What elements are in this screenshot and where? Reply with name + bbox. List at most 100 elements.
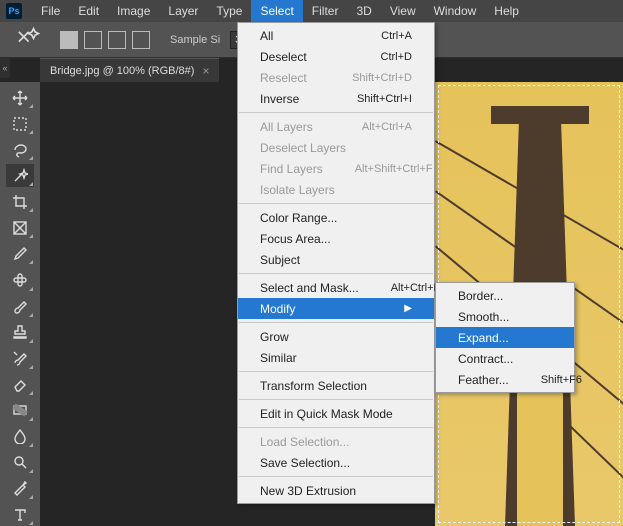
menuitem-expand[interactable]: Expand... [436,327,574,348]
tool-blur[interactable] [6,425,34,448]
menuitem-deselect-layers: Deselect Layers [238,137,434,158]
select-menu: AllCtrl+A Deselect Ctrl+D ReselectShift+Ctr… [237,22,435,504]
selection-subtract-icon[interactable] [108,31,126,49]
menuitem-inverse[interactable]: InverseShift+Ctrl+I [238,88,434,109]
tool-history-brush[interactable] [6,347,34,370]
menuitem-modify[interactable]: Modify ▶ [238,298,434,319]
menuitem-select-and-mask[interactable]: Select and Mask...Alt+Ctrl+R [238,277,434,298]
panel-collapse-handle[interactable]: « [0,58,10,78]
shortcut-label: Ctrl+D [381,51,412,63]
menuitem-isolate-layers: Isolate Layers [238,179,434,200]
tool-magic-wand[interactable] [6,164,34,187]
menu-type[interactable]: Type [207,0,251,22]
menuitem-label: Find Layers [260,162,323,176]
document-tab[interactable]: Bridge.jpg @ 100% (RGB/8#) × [40,58,219,82]
menuitem-label: All Layers [260,120,313,134]
shortcut-label: Shift+Ctrl+I [357,93,412,105]
menuitem-edit-in-quick-mask-mode[interactable]: Edit in Quick Mask Mode [238,403,434,424]
menuitem-deselect[interactable]: Deselect Ctrl+D [238,46,434,67]
tool-pen[interactable] [6,477,34,500]
menu-filter[interactable]: Filter [303,0,348,22]
tool-healing[interactable] [6,268,34,291]
close-icon[interactable]: × [202,64,209,78]
menu-separator [239,399,433,400]
menuitem-border[interactable]: Border... [436,285,574,306]
menuitem-new-3d-extrusion[interactable]: New 3D Extrusion [238,480,434,501]
menuitem-transform-selection[interactable]: Transform Selection [238,375,434,396]
shortcut-label: Ctrl+A [381,30,412,42]
shortcut-label: Shift+F6 [541,374,582,386]
tool-brush[interactable] [6,295,34,318]
menu-edit[interactable]: Edit [69,0,108,22]
tool-move[interactable] [6,86,34,109]
menuitem-label: Grow [260,330,289,344]
menuitem-label: Isolate Layers [260,183,335,197]
menuitem-label: Subject [260,253,300,267]
menuitem-save-selection[interactable]: Save Selection... [238,452,434,473]
document-title: Bridge.jpg @ 100% (RGB/8#) [50,65,194,77]
menuitem-all[interactable]: AllCtrl+A [238,25,434,46]
tool-lasso[interactable] [6,138,34,161]
menuitem-label: Contract... [458,352,513,366]
menu-separator [239,273,433,274]
tool-stamp[interactable] [6,321,34,344]
menuitem-label: Similar [260,351,297,365]
menuitem-label: Expand... [458,331,509,345]
menuitem-label: Transform Selection [260,379,367,393]
menu-separator [239,371,433,372]
menu-image[interactable]: Image [108,0,159,22]
menuitem-contract[interactable]: Contract... [436,348,574,369]
menuitem-label: Select and Mask... [260,281,359,295]
tool-gradient[interactable] [6,399,34,422]
menuitem-label: Color Range... [260,211,337,225]
menu-select[interactable]: Select [251,0,302,22]
menu-help[interactable]: Help [485,0,528,22]
menuitem-label: Save Selection... [260,456,350,470]
menuitem-focus-area[interactable]: Focus Area... [238,228,434,249]
menu-file[interactable]: File [32,0,69,22]
menuitem-label: Modify [260,302,295,316]
menuitem-label: Feather... [458,373,509,387]
tool-eraser[interactable] [6,373,34,396]
menuitem-smooth[interactable]: Smooth... [436,306,574,327]
menuitem-find-layers: Find LayersAlt+Shift+Ctrl+F [238,158,434,179]
current-tool-icon[interactable] [14,29,40,51]
selection-intersect-icon[interactable] [132,31,150,49]
menubar: Ps FileEditImageLayerTypeSelectFilter3DV… [0,0,623,22]
selection-add-icon[interactable] [84,31,102,49]
tool-type[interactable] [6,503,34,526]
document-tab-strip: Bridge.jpg @ 100% (RGB/8#) × [40,58,219,82]
menu-separator [239,427,433,428]
menuitem-similar[interactable]: Similar [238,347,434,368]
menu-window[interactable]: Window [425,0,486,22]
menu-3d[interactable]: 3D [347,0,380,22]
menuitem-label: Edit in Quick Mask Mode [260,407,393,421]
menuitem-label: Load Selection... [260,435,349,449]
tools-panel [0,82,40,526]
submenu-arrow-icon: ▶ [404,303,412,314]
menuitem-feather[interactable]: Feather...Shift+F6 [436,369,574,390]
menu-separator [239,203,433,204]
shortcut-label: Shift+Ctrl+D [352,72,412,84]
menu-view[interactable]: View [381,0,425,22]
modify-submenu: Border... Smooth... Expand... Contract... Fe… [435,282,575,393]
menu-layer[interactable]: Layer [159,0,207,22]
menuitem-color-range[interactable]: Color Range... [238,207,434,228]
menuitem-label: Deselect [260,50,307,64]
menu-separator [239,322,433,323]
tool-eyedropper[interactable] [6,242,34,265]
menuitem-grow[interactable]: Grow [238,326,434,347]
menuitem-reselect: ReselectShift+Ctrl+D [238,67,434,88]
menuitem-subject[interactable]: Subject [238,249,434,270]
menuitem-label: Deselect Layers [260,141,346,155]
shortcut-label: Alt+Ctrl+R [391,282,442,294]
app-logo: Ps [6,3,22,19]
menu-separator [239,112,433,113]
tool-frame[interactable] [6,216,34,239]
tool-marquee[interactable] [6,112,34,135]
menuitem-label: Smooth... [458,310,509,324]
selection-mode-group [60,31,150,49]
tool-dodge[interactable] [6,451,34,474]
selection-new-icon[interactable] [60,31,78,49]
tool-crop[interactable] [6,190,34,213]
